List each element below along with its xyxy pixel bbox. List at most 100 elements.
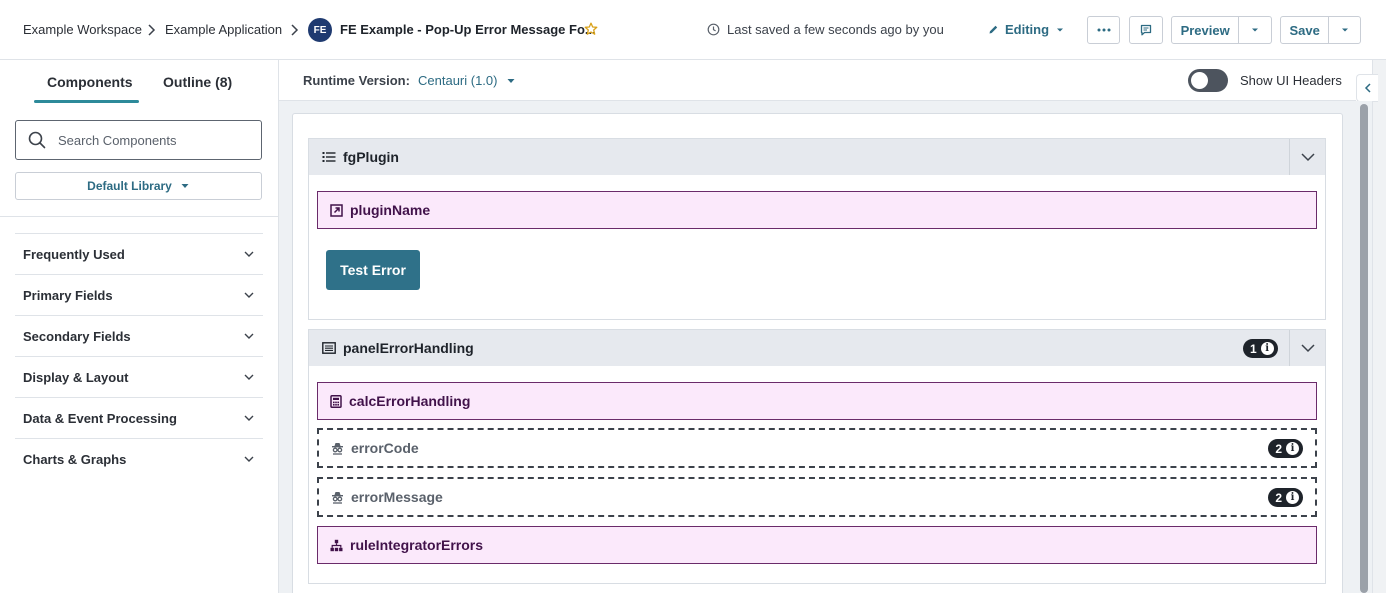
components-panel: Components Outline (8) Default Library F… (0, 60, 279, 593)
chevron-down-icon (244, 251, 254, 257)
rules-count-badge[interactable]: 2 i (1268, 488, 1303, 507)
chevron-down-icon (1300, 153, 1315, 162)
category-label: Data & Event Processing (23, 410, 177, 426)
expand-right-panel-button[interactable] (1356, 74, 1378, 102)
active-tab-indicator (34, 100, 139, 103)
caret-down-icon (1057, 28, 1064, 31)
list-icon (322, 152, 336, 162)
field-pluginname[interactable]: pluginName (317, 191, 1317, 229)
badge-count: 1 (1250, 341, 1257, 356)
field-calcerrorhandling[interactable]: calcErrorHandling (317, 382, 1317, 420)
field-group-header: fgPlugin (309, 139, 1325, 175)
breadcrumb-workspace[interactable]: Example Workspace (23, 22, 142, 37)
mode-label: Editing (1005, 22, 1050, 37)
show-ui-headers-label: Show UI Headers (1240, 73, 1342, 88)
tab-components[interactable]: Components (47, 74, 133, 90)
runtime-bar: Runtime Version: Centauri (1.0) Show UI … (279, 60, 1356, 101)
badge-count: 2 (1275, 441, 1282, 456)
star-icon[interactable] (584, 22, 598, 36)
chevron-down-icon (244, 374, 254, 380)
category-data-event-processing[interactable]: Data & Event Processing (15, 397, 263, 438)
panel-header: panelErrorHandling (309, 330, 1325, 366)
category-label: Secondary Fields (23, 328, 131, 344)
category-display-layout[interactable]: Display & Layout (15, 356, 263, 397)
category-label: Primary Fields (23, 287, 113, 303)
runtime-version-value: Centauri (1.0) (418, 73, 498, 88)
field-label: ruleIntegratorErrors (350, 537, 484, 553)
caret-down-icon (1341, 28, 1348, 32)
canvas-scrollbar[interactable] (1360, 104, 1368, 593)
hierarchy-icon (330, 539, 343, 551)
field-label: pluginName (350, 202, 431, 218)
saved-status: Last saved a few seconds ago by you (707, 22, 944, 37)
field-label: calcErrorHandling (349, 393, 471, 409)
chevron-down-icon (244, 333, 254, 339)
save-menu-button[interactable] (1328, 17, 1360, 43)
panel-title: panelErrorHandling (343, 340, 474, 356)
breadcrumb-application[interactable]: Example Application (165, 22, 282, 37)
category-label: Frequently Used (23, 246, 125, 262)
chevron-down-icon (244, 415, 254, 421)
app-badge: FE (308, 18, 332, 42)
rules-count-badge[interactable]: 1 i (1243, 339, 1278, 358)
calculator-icon (330, 394, 342, 408)
app-title[interactable]: FE Example - Pop-Up Error Message Fo... (340, 22, 596, 37)
rules-count-badge[interactable]: 2 i (1268, 439, 1303, 458)
collapse-group-button[interactable] (1289, 139, 1325, 175)
runtime-version-dropdown[interactable]: Centauri (1.0) (418, 73, 516, 88)
category-secondary-fields[interactable]: Secondary Fields (15, 315, 263, 356)
search-icon (28, 131, 46, 149)
category-frequently-used[interactable]: Frequently Used (15, 233, 263, 274)
field-group-fgplugin[interactable]: fgPlugin (308, 138, 1326, 320)
field-errorcode[interactable]: errorCode 2 i (317, 428, 1317, 468)
caret-down-icon (181, 184, 189, 188)
badge-count: 2 (1275, 490, 1282, 505)
chevron-right-icon (291, 24, 299, 36)
category-label: Display & Layout (23, 369, 129, 385)
search-input[interactable] (58, 132, 248, 148)
field-ruleintegratorerrors[interactable]: ruleIntegratorErrors (317, 526, 1317, 564)
external-link-icon (330, 203, 343, 217)
info-icon: i (1286, 442, 1299, 455)
chevron-right-icon (148, 24, 156, 36)
preview-split-button: Preview (1171, 16, 1272, 44)
caret-down-icon (1252, 28, 1259, 32)
field-errormessage[interactable]: errorMessage 2 i (317, 477, 1317, 517)
chevron-down-icon (244, 292, 254, 298)
collapse-panel-button[interactable] (1289, 330, 1325, 366)
preview-menu-button[interactable] (1238, 17, 1271, 43)
more-button[interactable] (1087, 16, 1120, 44)
test-error-button[interactable]: Test Error (326, 250, 420, 290)
field-label: errorMessage (351, 489, 443, 505)
save-button[interactable]: Save (1281, 23, 1328, 38)
pencil-icon (989, 25, 998, 34)
category-charts-graphs[interactable]: Charts & Graphs (15, 438, 263, 479)
more-icon (1097, 28, 1110, 32)
library-dropdown[interactable]: Default Library (15, 172, 262, 200)
comment-icon (1140, 24, 1152, 36)
caret-down-icon (507, 78, 515, 83)
category-primary-fields[interactable]: Primary Fields (15, 274, 263, 315)
divider (0, 216, 279, 217)
top-bar: Example Workspace Example Application FE… (0, 0, 1386, 60)
preview-button[interactable]: Preview (1172, 23, 1238, 38)
search-box (15, 120, 262, 160)
saved-status-text: Last saved a few seconds ago by you (727, 22, 944, 37)
hidden-field-icon (332, 491, 343, 504)
hidden-field-icon (332, 442, 343, 455)
info-icon: i (1260, 342, 1274, 355)
right-panel-edge (1372, 60, 1386, 593)
field-group-title: fgPlugin (343, 149, 399, 165)
runtime-label: Runtime Version: (303, 73, 410, 88)
toggle-knob (1191, 72, 1208, 89)
clock-icon (707, 23, 720, 36)
show-ui-headers-toggle[interactable] (1188, 69, 1228, 92)
comments-button[interactable] (1129, 16, 1163, 44)
chevron-left-icon (1364, 83, 1371, 93)
save-split-button: Save (1280, 16, 1361, 44)
category-label: Charts & Graphs (23, 451, 127, 467)
tab-outline[interactable]: Outline (8) (163, 74, 232, 90)
library-label: Default Library (87, 179, 172, 193)
mode-dropdown[interactable]: Editing (988, 22, 1065, 37)
chevron-down-icon (244, 456, 254, 462)
